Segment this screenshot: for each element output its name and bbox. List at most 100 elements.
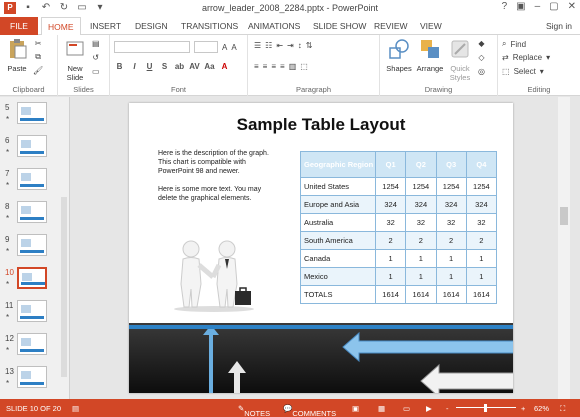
- section-icon[interactable]: ▭: [92, 67, 100, 76]
- shape-outline-icon[interactable]: ◇: [478, 53, 484, 62]
- close-button[interactable]: ✕: [568, 1, 576, 12]
- zoom-slider-handle[interactable]: [484, 404, 487, 412]
- tab-insert[interactable]: INSERT: [90, 17, 121, 35]
- columns-icon[interactable]: ▥: [289, 62, 297, 71]
- status-bar: SLIDE 10 OF 20 ▤ ✎ NOTES 💬 COMMENTS ▣ ▦ …: [0, 399, 580, 417]
- thumbnail-slide[interactable]: 8 *: [0, 200, 69, 232]
- change-case-icon[interactable]: Aa: [204, 62, 215, 72]
- table-cell: 32: [465, 213, 498, 232]
- bold-icon[interactable]: B: [114, 62, 125, 72]
- new-slide-icon: [66, 41, 84, 56]
- layout-icon[interactable]: ▤: [92, 39, 100, 48]
- font-color-icon[interactable]: A: [219, 62, 230, 72]
- thumbnail-scrollbar[interactable]: [61, 197, 67, 377]
- text-direction-icon[interactable]: ⇅: [306, 41, 313, 50]
- table-row: Australia 32 32 32 32: [300, 213, 498, 232]
- shapes-button[interactable]: Shapes: [384, 38, 414, 73]
- slide-canvas: Sample Table Layout Here is the descript…: [71, 97, 570, 399]
- table-cell: 2: [405, 231, 437, 250]
- cut-icon[interactable]: ✂: [35, 39, 42, 48]
- notes-button[interactable]: ✎ NOTES: [238, 404, 270, 417]
- font-name-field[interactable]: [114, 41, 190, 53]
- thumbnail-slide[interactable]: 6 *: [0, 134, 69, 166]
- ribbon-options-icon[interactable]: ▣: [516, 1, 525, 12]
- description-textbox[interactable]: Here is the description of the graph. Th…: [158, 149, 270, 212]
- table-cell: 32: [435, 213, 467, 232]
- thumbnail-slide[interactable]: 9 *: [0, 233, 69, 265]
- data-table[interactable]: Geographic Region Q1 Q2 Q3 Q4 United Sta…: [300, 151, 498, 304]
- slide[interactable]: Sample Table Layout Here is the descript…: [129, 103, 513, 393]
- tab-home[interactable]: HOME: [41, 17, 81, 36]
- reset-icon[interactable]: ↺: [92, 53, 99, 62]
- shape-effects-icon[interactable]: ◎: [478, 67, 485, 76]
- thumbnail-slide[interactable]: 7 *: [0, 167, 69, 199]
- decrease-indent-icon[interactable]: ⇤: [276, 41, 283, 50]
- tab-file[interactable]: FILE: [0, 17, 38, 35]
- handshake-figures-image[interactable]: [169, 239, 259, 313]
- tab-animations[interactable]: ANIMATIONS: [248, 17, 300, 35]
- thumbnail-slide[interactable]: 13 *: [0, 365, 69, 397]
- arrow-graphic[interactable]: [129, 323, 513, 393]
- align-center-icon[interactable]: ≡: [263, 62, 268, 71]
- thumbnail-slide[interactable]: 5 *: [0, 101, 69, 133]
- slide-scroll-thumb[interactable]: [560, 207, 568, 225]
- paste-button[interactable]: Paste: [4, 38, 30, 73]
- tab-view[interactable]: VIEW: [420, 17, 442, 35]
- align-left-icon[interactable]: ≡: [254, 62, 259, 71]
- table-header: Q2: [405, 151, 437, 178]
- align-right-icon[interactable]: ≡: [271, 62, 276, 71]
- drawing-label: Drawing: [424, 85, 453, 94]
- underline-icon[interactable]: U: [144, 62, 155, 72]
- slide-sorter-icon[interactable]: ▦: [378, 404, 385, 413]
- slide-title[interactable]: Sample Table Layout: [129, 115, 513, 135]
- description-paragraph-1: Here is the description of the graph. Th…: [158, 150, 269, 175]
- slideshow-view-icon[interactable]: ▶: [426, 404, 432, 413]
- thumbnail-image: [17, 333, 47, 355]
- comments-button[interactable]: 💬 COMMENTS: [283, 404, 336, 417]
- numbering-icon[interactable]: ☷: [265, 41, 272, 50]
- zoom-level[interactable]: 62%: [534, 404, 549, 413]
- arrange-button[interactable]: Arrange: [415, 38, 445, 73]
- tab-transitions[interactable]: TRANSITIONS: [181, 17, 238, 35]
- find-button[interactable]: ⌕ Find: [502, 39, 526, 49]
- table-cell: 1614: [465, 285, 498, 304]
- tab-review[interactable]: REVIEW: [374, 17, 408, 35]
- minimize-button[interactable]: –: [535, 1, 541, 12]
- increase-indent-icon[interactable]: ⇥: [287, 41, 294, 50]
- replace-button[interactable]: ⇄ Replace ▾: [502, 53, 550, 62]
- thumbnail-image: [17, 300, 47, 322]
- reading-view-icon[interactable]: ▭: [403, 404, 410, 413]
- thumbnail-slide-selected[interactable]: 10 *: [0, 266, 69, 298]
- shape-fill-icon[interactable]: ◆: [478, 39, 484, 48]
- new-slide-button[interactable]: New Slide: [61, 38, 89, 82]
- slide-scrollbar[interactable]: [558, 97, 570, 399]
- quick-styles-button[interactable]: Quick Styles: [446, 38, 474, 82]
- smartart-icon[interactable]: ⬚: [300, 62, 308, 71]
- grow-font-icon[interactable]: A: [222, 43, 227, 52]
- shadow-icon[interactable]: S: [159, 62, 170, 72]
- font-size-field[interactable]: [194, 41, 218, 53]
- spellcheck-icon[interactable]: ▤: [72, 404, 79, 413]
- fit-to-window-icon[interactable]: ⛶: [560, 404, 565, 414]
- copy-icon[interactable]: ⧉: [35, 52, 41, 62]
- zoom-in-button[interactable]: +: [521, 404, 525, 413]
- char-spacing-icon[interactable]: AV: [189, 62, 200, 72]
- thumbnail-slide[interactable]: 11 *: [0, 299, 69, 331]
- help-button[interactable]: ?: [502, 1, 508, 12]
- bullets-icon[interactable]: ☰: [254, 41, 261, 50]
- tab-design[interactable]: DESIGN: [135, 17, 168, 35]
- italic-icon[interactable]: I: [129, 62, 140, 72]
- select-button[interactable]: ⬚ Select ▾: [502, 67, 544, 76]
- line-spacing-icon[interactable]: ↕: [298, 41, 302, 50]
- sign-in-link[interactable]: Sign in: [546, 17, 572, 35]
- format-painter-icon[interactable]: 🖌: [33, 66, 43, 75]
- shrink-font-icon[interactable]: A: [231, 43, 236, 52]
- justify-icon[interactable]: ≡: [280, 62, 285, 71]
- thumbnail-slide[interactable]: 12 *: [0, 332, 69, 364]
- tab-slide-show[interactable]: SLIDE SHOW: [313, 17, 366, 35]
- strikethrough-icon[interactable]: ab: [174, 62, 185, 72]
- table-header: Q4: [465, 151, 498, 178]
- maximize-button[interactable]: ▢: [549, 1, 558, 12]
- zoom-out-button[interactable]: -: [446, 404, 449, 413]
- normal-view-icon[interactable]: ▣: [352, 404, 359, 413]
